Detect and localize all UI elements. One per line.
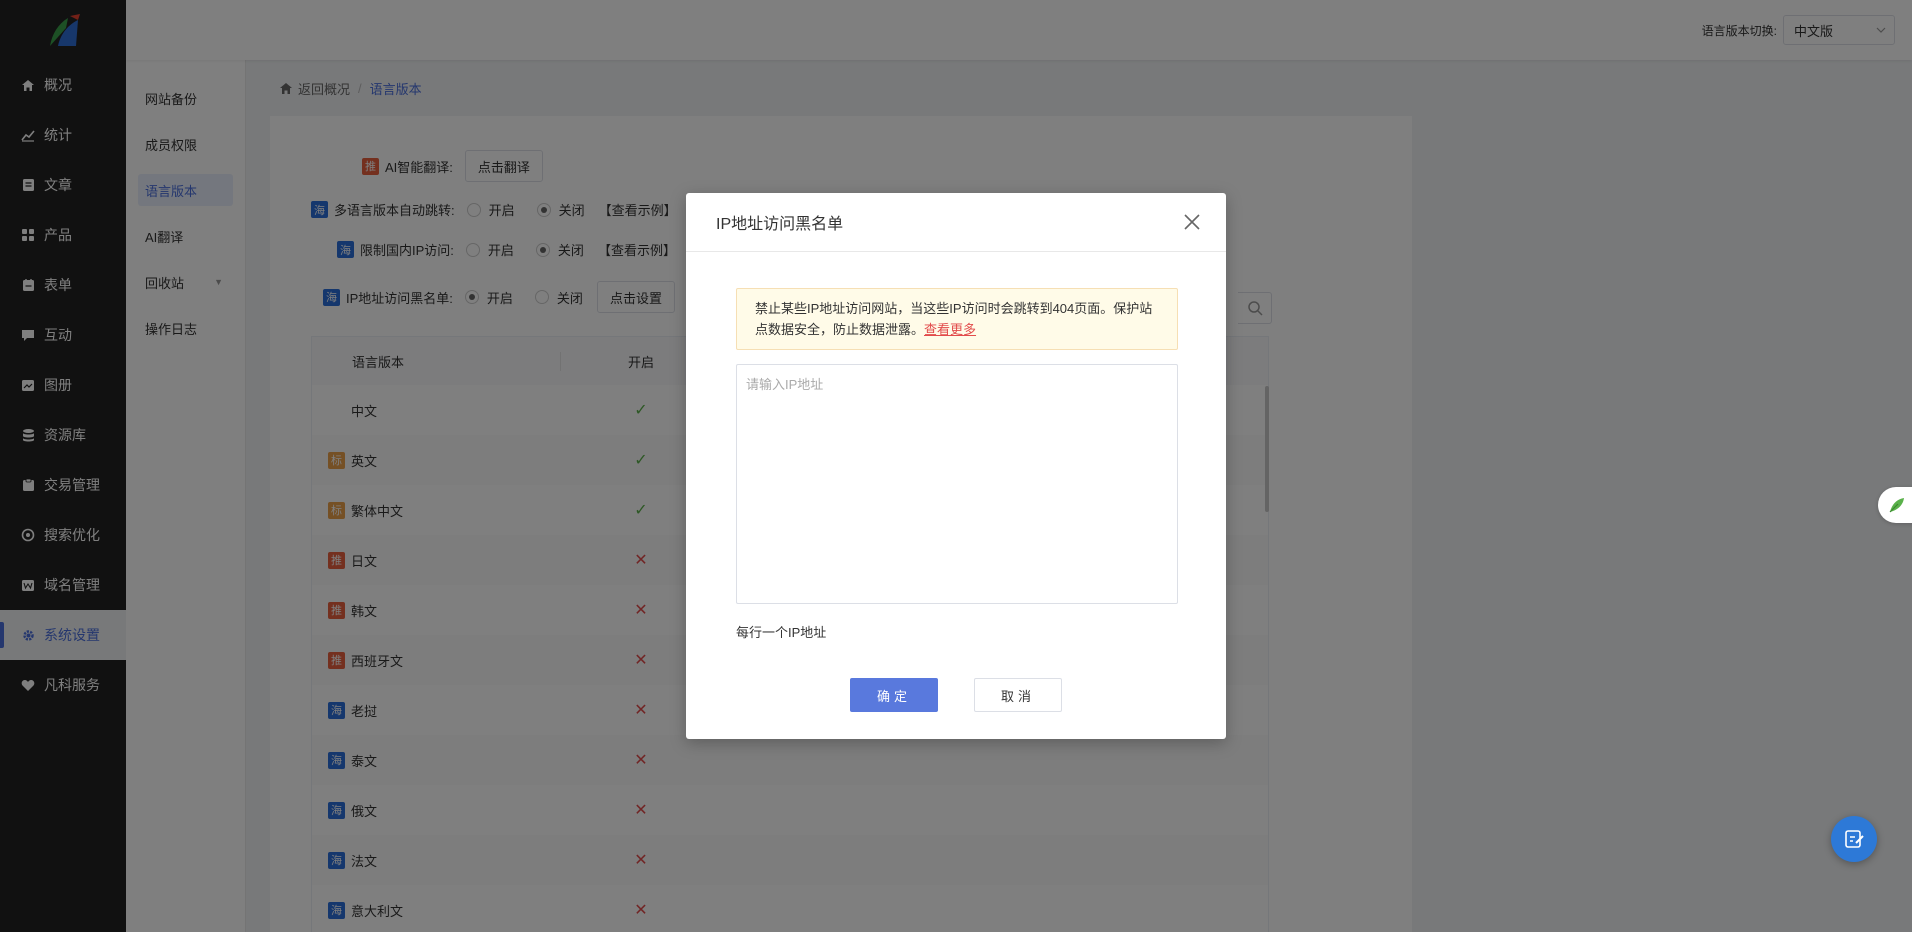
notice-more-link[interactable]: 查看更多 (924, 322, 976, 337)
dialog-header: IP地址访问黑名单 (686, 193, 1226, 252)
ip-blacklist-dialog: IP地址访问黑名单 禁止某些IP地址访问网站，当这些IP访问时会跳转到404页面… (686, 193, 1226, 739)
warning-notice: 禁止某些IP地址访问网站，当这些IP访问时会跳转到404页面。保护站点数据安全，… (736, 288, 1178, 350)
confirm-button[interactable]: 确定 (850, 678, 938, 712)
leaf-icon (1889, 498, 1904, 513)
edit-note-icon (1845, 830, 1864, 848)
close-icon[interactable] (1182, 212, 1202, 232)
feedback-fab[interactable] (1831, 816, 1877, 862)
side-assistant-button[interactable] (1878, 487, 1912, 523)
ip-address-input[interactable] (736, 364, 1178, 604)
dialog-title: IP地址访问黑名单 (716, 216, 844, 233)
cancel-button[interactable]: 取消 (974, 678, 1062, 712)
input-hint: 每行一个IP地址 (736, 625, 827, 640)
